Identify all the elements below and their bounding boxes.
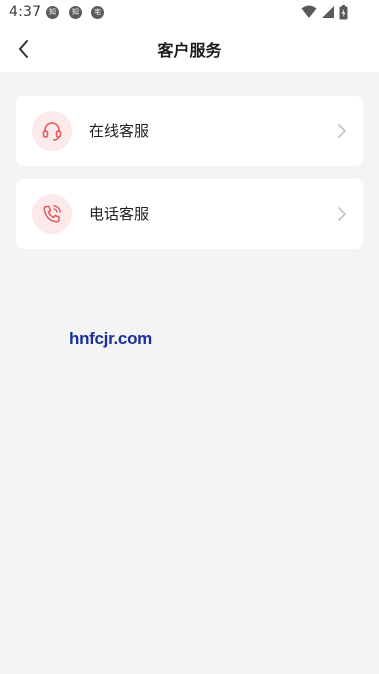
battery-icon [339,5,348,20]
notification-icon: 宅 [91,6,104,19]
page-title: 客户服务 [157,41,222,60]
menu-item-phone-service[interactable]: 电话客服 [16,179,363,249]
system-icons [301,5,371,21]
nav-bar: 客户服务 [0,26,379,72]
status-time: 4:37 [9,4,42,20]
notification-icon: 知 [46,6,59,19]
wifi-icon [301,5,317,18]
chevron-right-icon [338,207,346,221]
menu-item-label: 在线客服 [89,122,150,140]
menu-item-label: 电话客服 [89,205,150,223]
phone-icon [43,205,61,223]
icon-badge [32,194,72,234]
chevron-right-icon [338,124,346,138]
headset-icon [42,122,62,141]
signal-icon [322,6,334,18]
status-bar: 4:37 知 知 宅 [0,0,379,26]
icon-badge [32,111,72,151]
watermark: hnfcjr.com [69,329,152,348]
notification-icon: 知 [69,6,82,19]
menu-item-online-service[interactable]: 在线客服 [16,96,363,166]
